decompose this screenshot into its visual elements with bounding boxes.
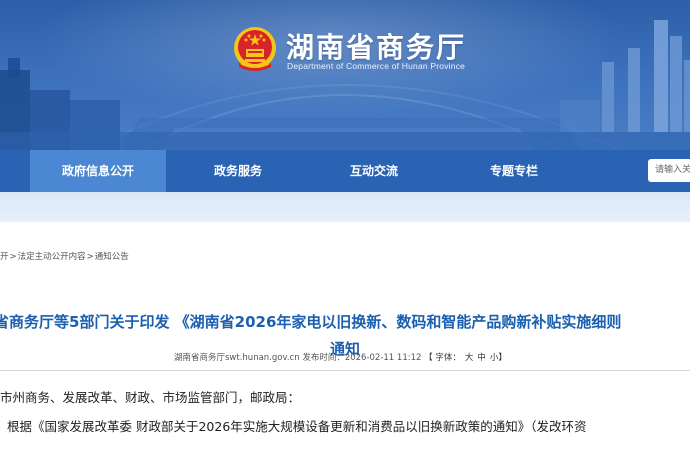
site-title[interactable]: 湖南省商务厅 xyxy=(286,26,466,66)
nav-item-interaction[interactable]: 互动交流 xyxy=(306,150,442,192)
meta-source: 湖南省商务厅swt.hunan.gov.cn xyxy=(174,353,300,363)
nav-item-special-topics[interactable]: 专题专栏 xyxy=(446,150,582,192)
font-size-large-button[interactable]: 大 xyxy=(465,353,474,363)
breadcrumb: 开>法定主动公开内容>通知公告 xyxy=(0,250,129,264)
nav-item-gov-services[interactable]: 政务服务 xyxy=(170,150,306,192)
article-paragraph: 根据《国家发展改革委 财政部关于2026年实施大规模设备更新和消费品以旧换新政策… xyxy=(7,419,587,434)
font-size-label: 【 字体： xyxy=(424,353,461,363)
search-input[interactable]: 请输入关 xyxy=(648,159,690,182)
meta-divider xyxy=(0,370,690,371)
breadcrumb-item[interactable]: 法定主动公开内容 xyxy=(18,250,86,262)
meta-date: 发布时间：2026-02-11 11:12 xyxy=(302,353,422,363)
breadcrumb-separator: > xyxy=(86,252,94,262)
font-size-medium-button[interactable]: 中 xyxy=(477,353,486,363)
nav-item-gov-info[interactable]: 政府信息公开 xyxy=(30,150,166,192)
font-size-close: 】 xyxy=(498,353,507,363)
breadcrumb-separator: > xyxy=(9,252,17,262)
main-nav: 政府信息公开 政务服务 互动交流 专题专栏 xyxy=(0,150,690,192)
article-title-line1: 省商务厅等5部门关于印发 《湖南省2026年家电以旧换新、数码和智能产品购新补贴… xyxy=(0,313,622,331)
article-meta: 湖南省商务厅swt.hunan.gov.cn 发布时间：2026-02-11 1… xyxy=(174,351,507,363)
city-skyline-graphic xyxy=(0,20,690,150)
breadcrumb-item[interactable]: 开 xyxy=(0,250,9,262)
breadcrumb-item[interactable]: 通知公告 xyxy=(95,250,129,262)
nav-subband xyxy=(0,192,690,222)
national-emblem-icon xyxy=(234,27,276,71)
site-subtitle: Department of Commerce of Hunan Province xyxy=(287,61,466,71)
header-banner: 湖南省商务厅 Department of Commerce of Hunan P… xyxy=(0,0,690,150)
article-paragraph: 市州商务、发展改革、财政、市场监管部门，邮政局： xyxy=(0,390,301,405)
